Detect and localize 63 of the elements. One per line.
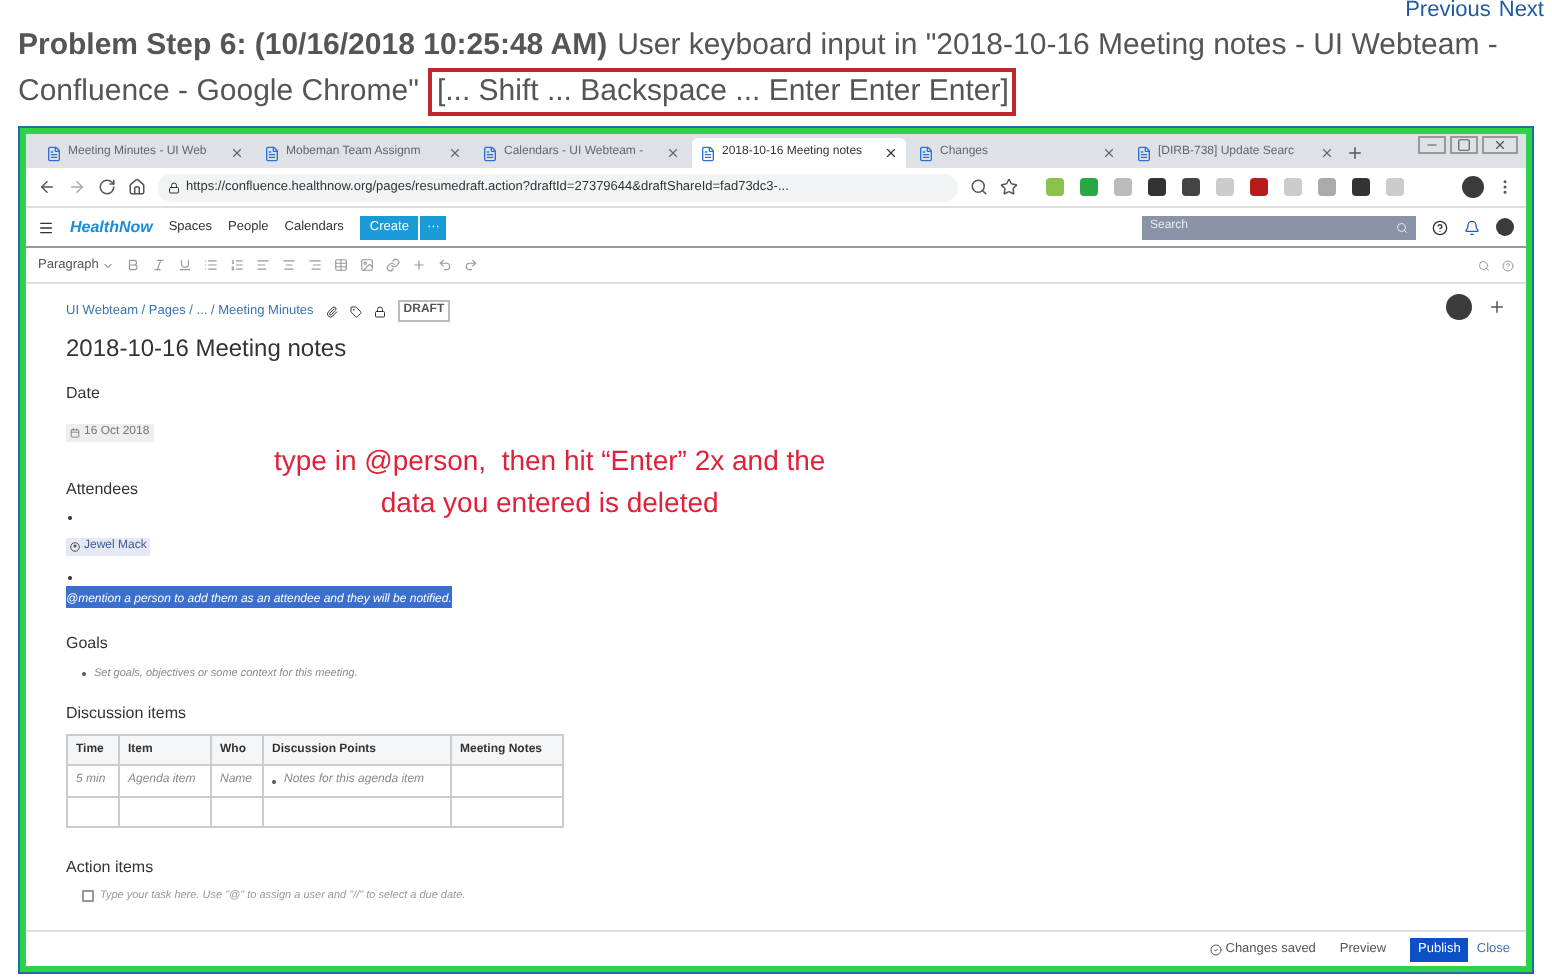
editor-avatar [1446,294,1472,320]
page-icon [264,145,280,161]
nav-link[interactable]: Next [1498,0,1544,20]
toolbar-icon[interactable] [204,258,219,272]
bell-icon[interactable] [1464,219,1480,235]
toolbar-icon[interactable] [334,258,349,272]
page-icon [482,145,498,161]
calendar-icon [70,428,80,438]
toolbar-icon[interactable] [412,258,427,272]
profile-avatar [1462,176,1484,198]
section-heading: Discussion items [66,702,189,727]
search-icon[interactable] [1478,259,1490,271]
new-tab-icon[interactable] [1346,144,1364,162]
reload-icon[interactable] [98,178,116,196]
step-description: User keyboard input in "2018-10-16 Meeting notes - UI Webteam - [617,26,1498,66]
caret-icon [102,259,115,271]
star-icon[interactable] [1000,178,1018,196]
toolbar-icon[interactable] [308,258,323,272]
annotation-text: type in @person, then hit “Enter” 2x and the [274,442,826,480]
toolbar-icon[interactable] [386,258,401,272]
menu-icon[interactable] [38,219,54,235]
add-icon[interactable] [1488,298,1506,316]
tag-icon[interactable] [349,305,362,317]
attachment-icon[interactable] [325,305,338,317]
zoom-icon[interactable] [970,178,988,196]
page-icon [46,145,62,161]
section-heading: Date [66,382,102,406]
forward-icon[interactable] [68,178,86,196]
toolbar-icon[interactable] [126,258,141,272]
lock-icon [168,181,180,193]
page-icon [1136,145,1152,161]
step-description: Confluence - Google Chrome" [18,72,419,112]
close-icon[interactable] [1482,136,1518,154]
toolbar-icon[interactable] [152,258,167,272]
page-icon [918,145,934,161]
task-checkbox[interactable] [82,890,94,903]
section-heading: Action items [66,856,156,881]
page-title: 2018-10-16 Meeting notes [66,332,349,366]
toolbar-icon[interactable] [438,258,453,272]
toolbar-icon[interactable] [282,258,297,272]
toolbar-icon[interactable] [256,258,271,272]
toolbar-icon[interactable] [464,258,479,272]
search-icon [1396,221,1408,233]
lock-icon[interactable] [373,305,386,317]
back-icon[interactable] [38,178,56,196]
keys-pressed: [... Shift ... Backspace ... Enter Enter Enter] [428,68,1017,116]
close-icon[interactable] [884,146,898,160]
nav-link[interactable]: Previous [1405,0,1491,20]
annotation-text: data you entered is deleted [380,484,719,522]
step-heading: Problem Step 6: (10/16/2018 10:25:48 AM) [18,26,608,66]
check-icon [1209,943,1222,955]
logo[interactable]: HealthNow [70,215,153,239]
help-icon[interactable] [1432,219,1448,235]
toolbar-icon[interactable] [178,258,193,272]
section-heading: Goals [66,632,110,656]
person-icon [70,542,80,552]
toolbar-icon[interactable] [360,258,375,272]
toolbar-icon[interactable] [230,258,245,272]
home-icon[interactable] [128,178,146,196]
user-avatar [1496,218,1514,236]
maximize-icon[interactable] [1450,136,1478,154]
page-icon [700,145,716,161]
minimize-icon[interactable] [1418,136,1446,154]
